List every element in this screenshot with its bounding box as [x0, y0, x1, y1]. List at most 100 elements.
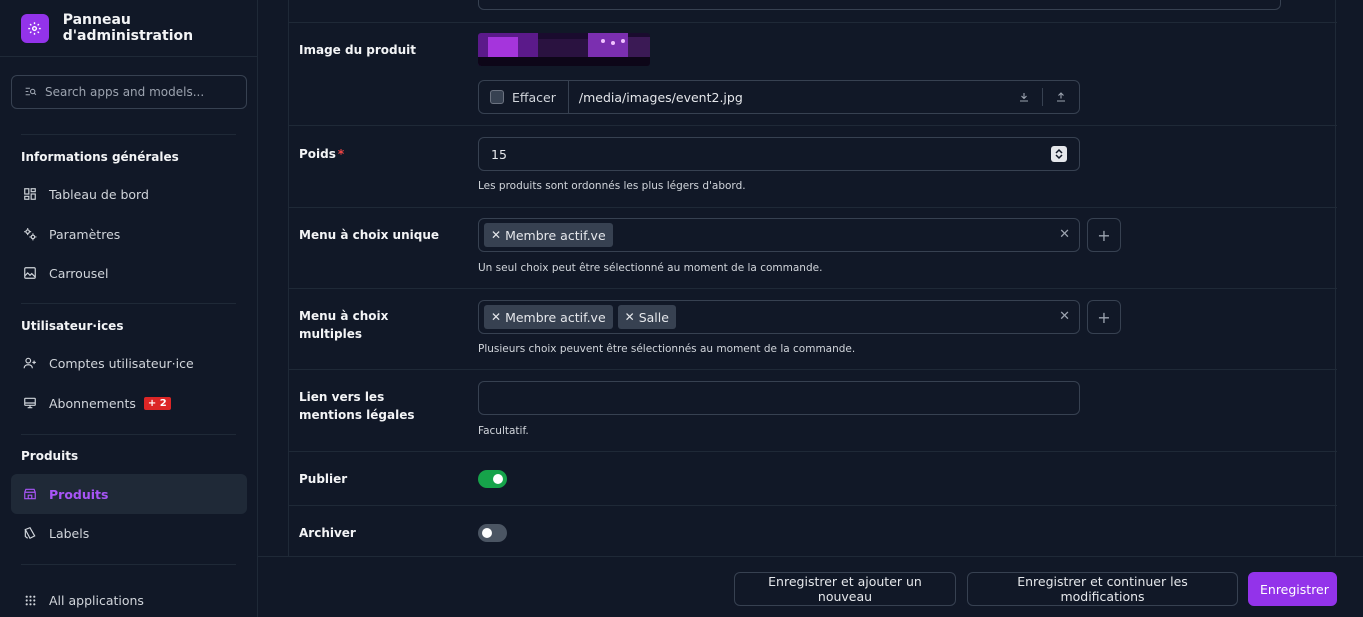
- form-row-description: [289, 0, 1337, 23]
- form-row-single-choice: Menu à choix unique ✕ Membre actif.ve ✕ …: [289, 208, 1337, 289]
- form-row-archive: Archiver: [289, 506, 1337, 556]
- single-choice-label: Menu à choix unique: [299, 228, 440, 242]
- product-form: Image du produit Effacer /media/images/e…: [288, 0, 1337, 556]
- upload-button[interactable]: [1043, 81, 1079, 113]
- multi-choice-help: Plusieurs choix peuvent être sélectionné…: [478, 343, 856, 355]
- single-choice-help: Un seul choix peut être sélectionné au m…: [478, 262, 823, 274]
- sidebar-divider: [21, 434, 236, 435]
- sidebar-item-carousel[interactable]: Carrousel: [11, 253, 247, 293]
- sidebar-divider: [21, 134, 236, 135]
- search-icon: [24, 83, 37, 102]
- legal-link-help: Facultatif.: [478, 425, 529, 437]
- upload-icon: [1055, 88, 1067, 107]
- store-icon: [22, 486, 38, 502]
- remove-chip-icon[interactable]: ✕: [625, 310, 635, 324]
- weight-label-text: Poids: [299, 147, 336, 161]
- sidebar-item-label: Labels: [49, 525, 90, 541]
- weight-input[interactable]: [478, 137, 1080, 171]
- publish-toggle[interactable]: [478, 470, 507, 488]
- form-row-legal-link: Lien vers les mentions légales Facultati…: [289, 370, 1337, 452]
- brand-title: Panneau d'administration: [62, 12, 194, 44]
- clear-image-control[interactable]: Effacer: [479, 81, 569, 113]
- spinner-arrows-icon: [1055, 148, 1063, 160]
- selected-chip: ✕ Membre actif.ve: [484, 305, 613, 329]
- form-footer: Enregistrer et ajouter un nouveau Enregi…: [258, 556, 1363, 617]
- download-button[interactable]: [1006, 81, 1042, 113]
- form-row-weight: Poids* Les produits sont ordonnés les pl…: [289, 126, 1337, 208]
- legal-link-label: Lien vers les mentions légales: [299, 390, 415, 422]
- plus-icon: +: [1097, 307, 1111, 327]
- description-textarea[interactable]: [478, 0, 1281, 10]
- notification-badge: + 2: [143, 396, 171, 410]
- add-option-button[interactable]: +: [1087, 300, 1121, 334]
- sidebar-divider: [21, 564, 236, 565]
- image-file-field: Effacer /media/images/event2.jpg: [478, 80, 1080, 114]
- search-box[interactable]: [11, 75, 247, 109]
- form-row-multi-choice: Menu à choix multiples ✕ Membre actif.ve…: [289, 289, 1337, 370]
- sidebar-item-label: Carrousel: [49, 265, 109, 281]
- chip-label: Salle: [638, 309, 669, 325]
- clear-selection-icon[interactable]: ✕: [1059, 227, 1070, 242]
- weight-help: Les produits sont ordonnés les plus lége…: [478, 180, 746, 192]
- sidebar: Panneau d'administration Informations gé…: [0, 0, 258, 617]
- search-input[interactable]: [45, 85, 235, 99]
- multi-choice-label: Menu à choix multiples: [299, 309, 389, 341]
- chip-label: Membre actif.ve: [505, 227, 606, 243]
- required-mark: *: [337, 147, 345, 161]
- sidebar-item-label: All applications: [49, 592, 144, 608]
- sidebar-item-label: Tableau de bord: [49, 186, 149, 202]
- sidebar-item-label: Produits: [49, 486, 109, 502]
- save-and-add-button[interactable]: Enregistrer et ajouter un nouveau: [734, 572, 956, 606]
- add-option-button[interactable]: +: [1087, 218, 1121, 252]
- weight-label: Poids *: [299, 145, 449, 163]
- save-button[interactable]: Enregistrer: [1248, 572, 1337, 606]
- sidebar-item-all-apps[interactable]: All applications: [11, 580, 247, 617]
- admin-app: Panneau d'administration Informations gé…: [0, 0, 1363, 617]
- selected-chip: ✕ Membre actif.ve: [484, 223, 613, 247]
- settings-logo-icon: [21, 13, 49, 43]
- number-spinner[interactable]: [1051, 146, 1067, 162]
- clear-selection-icon[interactable]: ✕: [1059, 309, 1070, 324]
- multi-choice-select[interactable]: ✕ Membre actif.ve ✕ Salle ✕: [478, 300, 1080, 334]
- image-file-path[interactable]: /media/images/event2.jpg: [579, 90, 1006, 105]
- remove-chip-icon[interactable]: ✕: [491, 310, 501, 324]
- main-content: Image du produit Effacer /media/images/e…: [258, 0, 1363, 617]
- remove-chip-icon[interactable]: ✕: [491, 228, 501, 242]
- section-title-users: Utilisateur·ices: [21, 319, 124, 333]
- dashboard-icon: [22, 186, 38, 202]
- sidebar-item-products[interactable]: Produits: [11, 474, 247, 514]
- brand[interactable]: Panneau d'administration: [0, 0, 257, 57]
- clear-image-checkbox[interactable]: [490, 90, 504, 104]
- subscription-icon: [22, 395, 38, 411]
- download-icon: [1018, 88, 1030, 107]
- sidebar-item-label: Paramètres: [49, 226, 121, 242]
- product-image-thumbnail[interactable]: [478, 33, 650, 66]
- archive-label: Archiver: [299, 526, 356, 540]
- form-row-image: Image du produit Effacer /media/images/e…: [289, 23, 1337, 126]
- archive-toggle[interactable]: [478, 524, 507, 542]
- sidebar-item-labels[interactable]: Labels: [11, 513, 247, 553]
- clear-image-label: Effacer: [512, 89, 556, 105]
- sidebar-item-label: Comptes utilisateur·ice: [49, 355, 194, 371]
- selected-chip: ✕ Salle: [617, 305, 676, 329]
- form-row-publish: Publier: [289, 452, 1337, 506]
- section-title-general: Informations générales: [21, 150, 179, 164]
- publish-label: Publier: [299, 472, 348, 486]
- plus-icon: +: [1097, 225, 1111, 245]
- sidebar-item-subscriptions[interactable]: Abonnements + 2: [11, 383, 247, 423]
- image-label: Image du produit: [299, 43, 417, 57]
- sidebar-item-accounts[interactable]: Comptes utilisateur·ice: [11, 343, 247, 383]
- grid-icon: [22, 592, 38, 608]
- user-add-icon: [22, 355, 38, 371]
- labels-icon: [22, 525, 38, 541]
- legal-link-input[interactable]: [478, 381, 1080, 415]
- sidebar-item-label: Abonnements: [49, 395, 136, 411]
- single-choice-select[interactable]: ✕ Membre actif.ve ✕: [478, 218, 1080, 252]
- save-and-continue-button[interactable]: Enregistrer et continuer les modificatio…: [967, 572, 1238, 606]
- chip-label: Membre actif.ve: [505, 309, 606, 325]
- settings-icon: [22, 226, 38, 242]
- section-title-products: Produits: [21, 449, 79, 463]
- sidebar-item-settings[interactable]: Paramètres: [11, 214, 247, 254]
- sidebar-item-dashboard[interactable]: Tableau de bord: [11, 174, 247, 214]
- sidebar-divider: [21, 303, 236, 304]
